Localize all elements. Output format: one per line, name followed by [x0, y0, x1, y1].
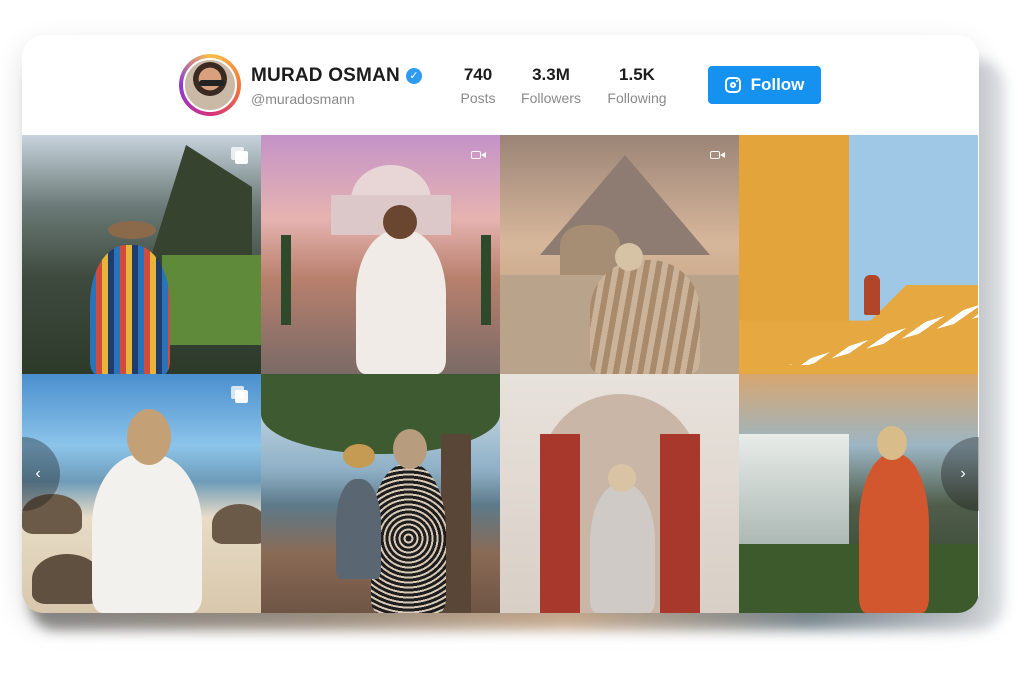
tree [281, 235, 291, 325]
post-tile-seaside-tree[interactable] [261, 374, 500, 613]
multiple-photos-icon [231, 386, 249, 404]
person [90, 245, 170, 374]
profile-handle[interactable]: @muradosmann [251, 91, 355, 107]
post-tile-tortoise-beach[interactable] [22, 374, 261, 613]
hat [343, 444, 375, 468]
stat-value: 740 [463, 65, 493, 84]
post-tile-pyramid-sphinx[interactable] [500, 135, 739, 374]
tree [481, 235, 491, 325]
chevron-left-icon: ‹ [35, 465, 41, 482]
stat-posts: 740 Posts [456, 65, 500, 106]
hair [393, 429, 427, 469]
curtain-right [660, 434, 700, 613]
sphinx [560, 225, 620, 275]
post-grid: ‹ › [22, 135, 979, 613]
avatar-photo [183, 58, 237, 112]
instagram-feed-widget: MURAD OSMAN ✓ @muradosmann 740 Posts 3.3… [22, 35, 979, 613]
hair [615, 243, 643, 271]
video-icon [470, 147, 488, 165]
person [356, 230, 446, 374]
avatar[interactable] [179, 54, 241, 116]
person [859, 454, 929, 613]
stat-label: Following [607, 90, 667, 106]
verified-badge-icon: ✓ [405, 68, 422, 84]
person [590, 260, 700, 374]
person [864, 275, 880, 315]
person [590, 484, 655, 613]
post-tile-moroccan-arch[interactable] [500, 374, 739, 613]
stat-followers: 3.3M Followers [518, 65, 584, 106]
multiple-photos-icon [231, 147, 249, 165]
post-tile-waterfall[interactable] [739, 374, 978, 613]
chevron-right-icon: › [960, 465, 966, 482]
post-tile-taj-mahal[interactable] [261, 135, 500, 374]
video-icon [709, 147, 727, 165]
stat-value: 1.5K [619, 65, 655, 84]
post-tile-machu-picchu[interactable] [22, 135, 261, 374]
hair [383, 205, 417, 239]
follow-label: Follow [750, 75, 805, 94]
hair [608, 464, 636, 492]
profile-name[interactable]: MURAD OSMAN [251, 65, 400, 87]
person [92, 454, 202, 613]
tortoise [212, 504, 261, 544]
profile-name-row: MURAD OSMAN ✓ [251, 65, 422, 87]
hair [877, 426, 907, 460]
follow-button[interactable]: Follow [708, 66, 821, 104]
child [336, 479, 381, 579]
waterfall-mist [739, 434, 849, 554]
hair [127, 409, 171, 465]
terraces [162, 255, 261, 345]
stat-following: 1.5K Following [604, 65, 670, 106]
stat-value: 3.3M [532, 65, 570, 84]
curtain-left [540, 434, 580, 613]
profile-header: MURAD OSMAN ✓ @muradosmann 740 Posts 3.3… [22, 35, 979, 135]
post-tile-yellow-stairs[interactable] [739, 135, 978, 374]
instagram-icon [724, 77, 741, 93]
stat-label: Posts [460, 90, 496, 106]
hat [108, 221, 156, 239]
person [371, 464, 446, 613]
stat-label: Followers [521, 90, 581, 106]
